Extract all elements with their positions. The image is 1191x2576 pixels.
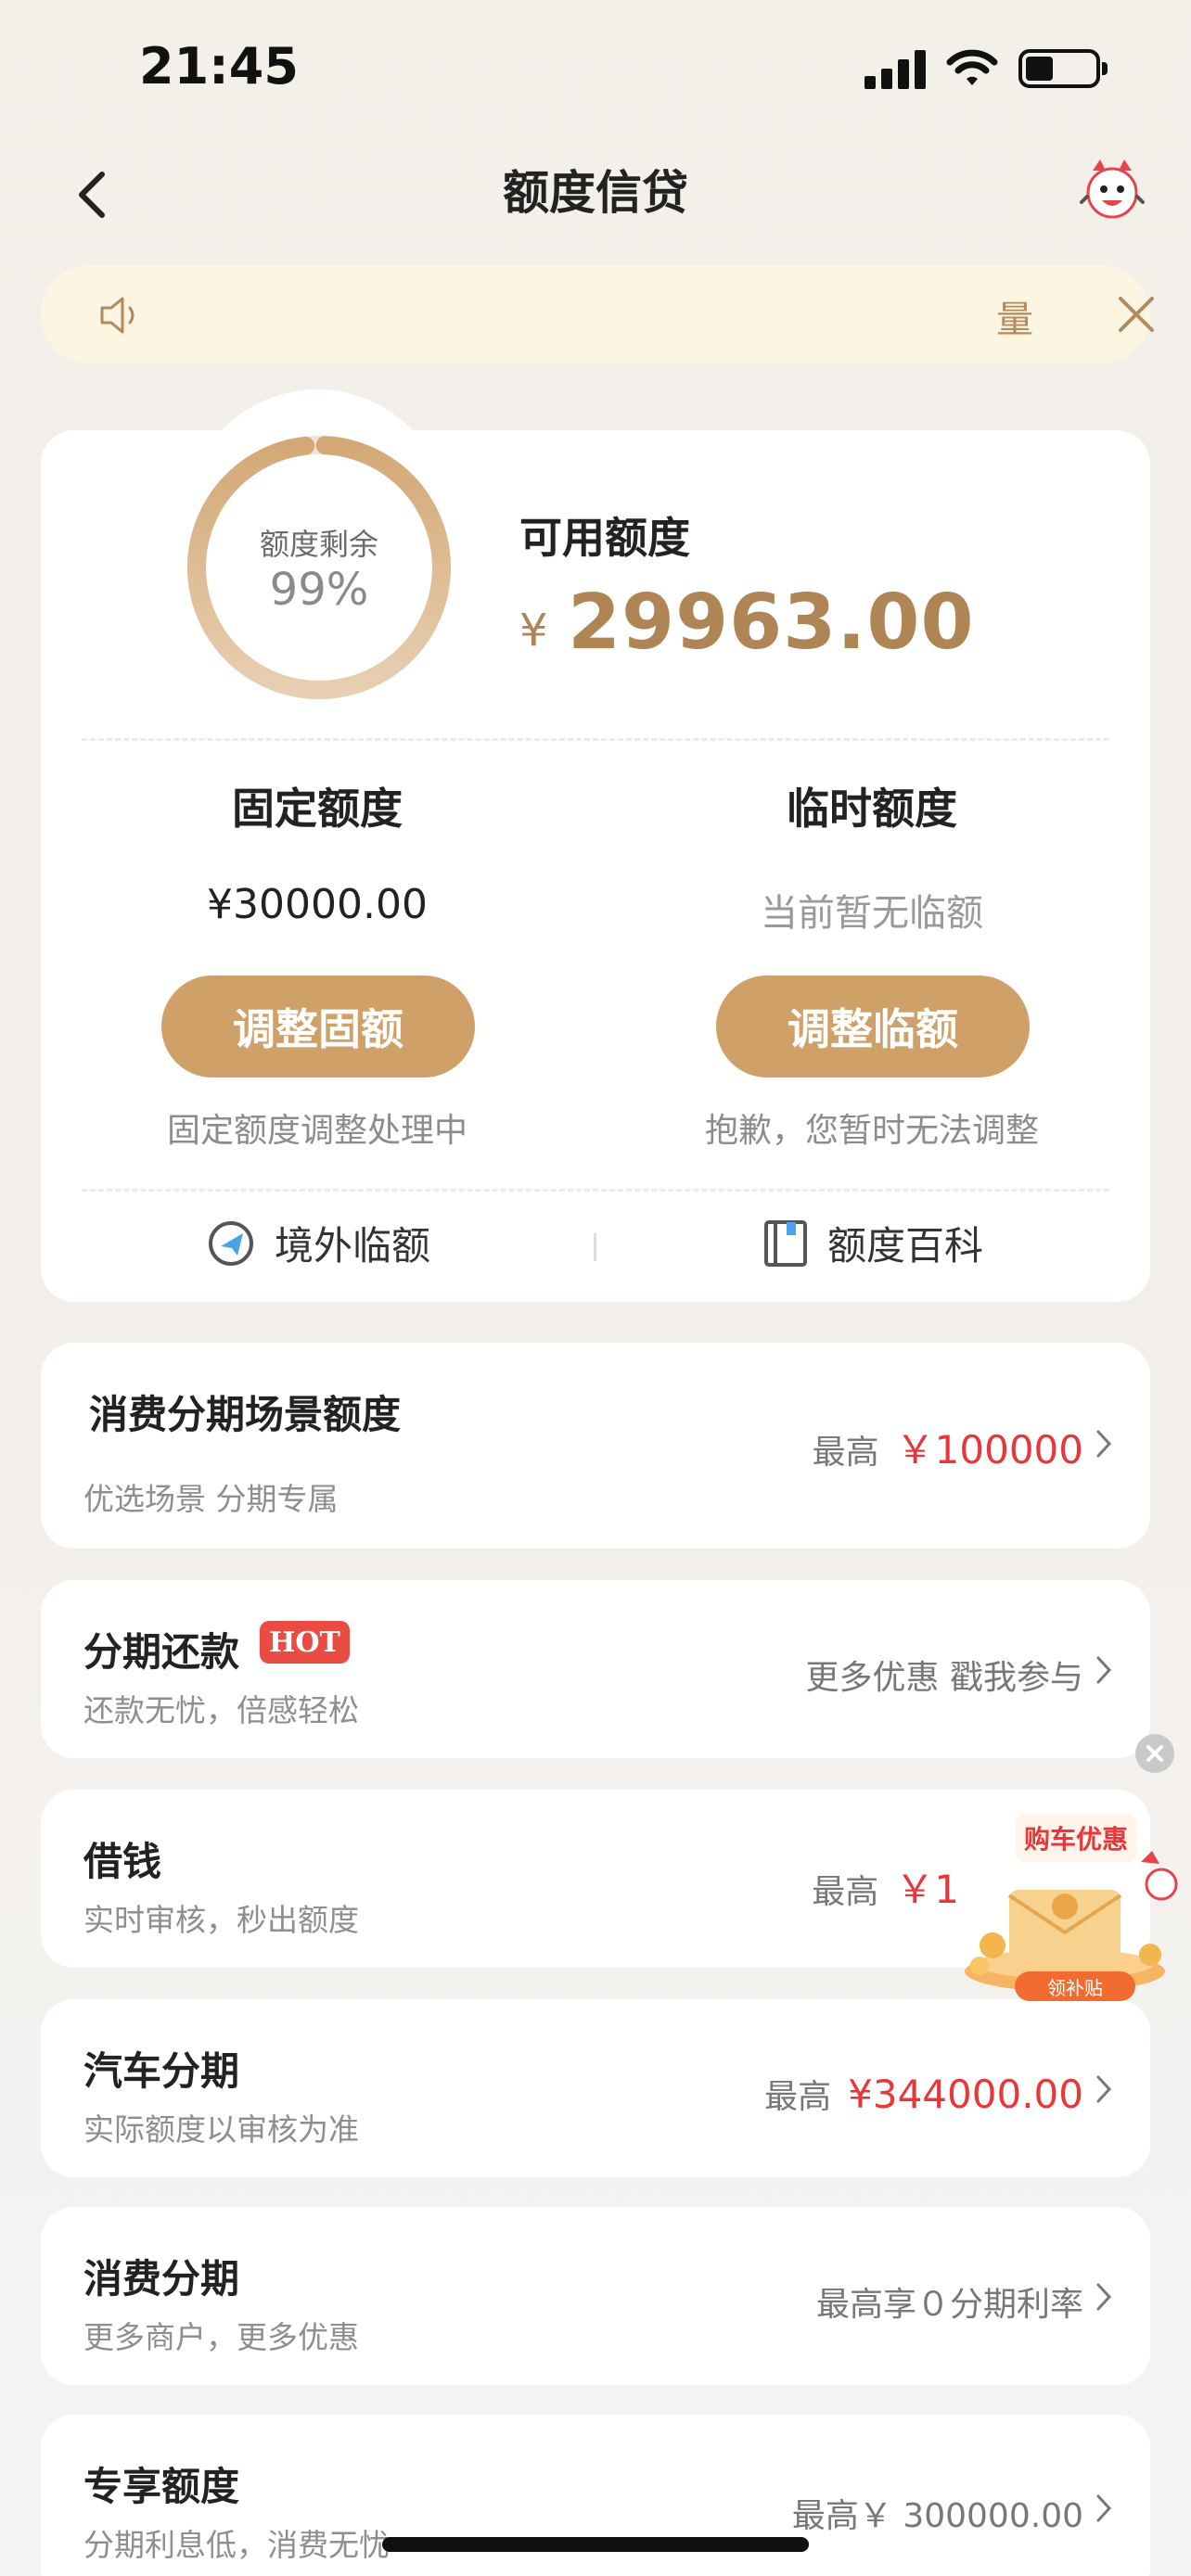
list-item-title: 消费分期场景额度: [89, 1392, 402, 1437]
rate-text: 最高享０分期利率: [815, 2286, 1083, 2324]
list-item-car-installment[interactable]: 汽车分期 实际额度以审核为准 最高 ¥344000.00: [41, 1999, 1150, 2177]
list-item-consumer-installment[interactable]: 消费分期 更多商户，更多优惠 最高享０分期利率: [41, 2207, 1150, 2385]
fixed-limit-title: 固定额度: [232, 784, 403, 834]
temp-limit-note: 抱歉，您暂时无法调整: [704, 1112, 1039, 1150]
cellular-signal-icon: [864, 48, 926, 89]
list-item-right: 最高￥ 300000.00: [792, 2489, 1083, 2537]
book-icon: [764, 1219, 807, 1267]
list-item-subtitle: 更多商户，更多优惠: [83, 2319, 359, 2355]
claim-subsidy-button[interactable]: 领补贴: [1015, 1971, 1135, 2001]
chevron-right-icon: [1096, 2283, 1112, 2311]
max-value: ￥1: [895, 1867, 959, 1912]
plane-globe-icon: [209, 1220, 253, 1266]
fixed-limit-value: ¥30000.00: [207, 881, 428, 928]
max-prefix: 最高: [812, 1873, 879, 1911]
hot-badge: HOT: [260, 1621, 350, 1664]
list-item-subtitle: 分期利息低，消费无忧: [83, 2527, 390, 2563]
promo-text: 更多优惠 戳我参与: [805, 1659, 1083, 1697]
list-item-title: 专享额度: [83, 2464, 240, 2509]
float-ad-close-button[interactable]: [1135, 1734, 1174, 1773]
list-item-title: 分期还款: [83, 1629, 240, 1675]
page-title: 额度信贷: [503, 166, 688, 220]
list-item-title: 借钱: [83, 1839, 162, 1884]
ad-banner-text: 购车优惠: [1016, 1814, 1136, 1862]
list-item-subtitle: 实时审核，秒出额度: [83, 1902, 359, 1938]
list-item-subtitle: 还款无忧，倍感轻松: [83, 1692, 359, 1728]
chevron-right-icon: [1096, 2075, 1112, 2103]
available-amount: 29963.00: [568, 579, 975, 667]
fixed-limit-note: 固定额度调整处理中: [166, 1112, 467, 1150]
list-item-subtitle: 优选场景 分期专属: [83, 1481, 339, 1517]
divider: [82, 738, 1109, 741]
available-label: 可用额度: [519, 513, 690, 563]
ring-percent: 99%: [269, 564, 369, 616]
credit-wiki-label: 额度百科: [827, 1223, 984, 1269]
list-item-right: 更多优惠 戳我参与: [806, 1651, 1083, 1699]
list-item-scene-installment[interactable]: 消费分期场景额度 优选场景 分期专属 最高 ￥100000: [41, 1343, 1150, 1549]
chevron-right-icon: [1096, 1430, 1112, 1458]
mascot-avatar-icon[interactable]: [1080, 158, 1145, 223]
max-value: ￥100000: [895, 1427, 1083, 1473]
credit-wiki-link[interactable]: 额度百科: [762, 1215, 983, 1271]
list-item-installment-repay[interactable]: 分期还款 HOT 还款无忧，倍感轻松 更多优惠 戳我参与: [41, 1580, 1150, 1758]
max-prefix: 最高: [812, 1434, 879, 1472]
speaker-icon: [100, 297, 134, 334]
home-indicator: [382, 2537, 809, 2552]
link-separator: [594, 1233, 596, 1261]
max-prefix: 最高: [764, 2078, 832, 2116]
divider: [82, 1189, 1109, 1192]
notice-bar[interactable]: 量: [41, 265, 1154, 363]
list-item-right: 最高 ￥100000: [813, 1419, 1083, 1475]
list-item-title: 消费分期: [83, 2256, 240, 2302]
adjust-temp-button[interactable]: 调整临额: [716, 976, 1030, 1078]
ring-label: 额度剩余: [259, 527, 378, 562]
list-item-right: 最高 ¥344000.00: [764, 2070, 1083, 2118]
close-icon[interactable]: [1115, 293, 1158, 336]
battery-icon: [1018, 49, 1108, 88]
close-icon: [1146, 1745, 1163, 1762]
notice-text: 量: [996, 299, 1033, 341]
list-item-subtitle: 实际额度以审核为准: [83, 2111, 359, 2148]
status-icons: [864, 48, 1108, 89]
max-text: 最高￥ 300000.00: [791, 2497, 1083, 2535]
list-item-right: 最高 ￥1: [812, 1858, 959, 1915]
chevron-right-icon: [1096, 1656, 1112, 1684]
temp-limit-value: 当前暂无临额: [761, 892, 983, 935]
overseas-temp-label: 境外临额: [275, 1223, 431, 1269]
chevron-right-icon: [1096, 2494, 1112, 2522]
overseas-temp-link[interactable]: 境外临额: [206, 1215, 430, 1271]
available-currency: ¥: [519, 605, 548, 657]
temp-limit-title: 临时额度: [787, 784, 957, 834]
status-time: 21:45: [139, 37, 299, 96]
adjust-fixed-button[interactable]: 调整固额: [161, 976, 475, 1078]
max-value: ¥344000.00: [848, 2072, 1083, 2117]
list-item-title: 汽车分期: [83, 2048, 240, 2094]
list-item-right: 最高享０分期利率: [816, 2277, 1083, 2326]
wifi-icon: [946, 49, 998, 85]
